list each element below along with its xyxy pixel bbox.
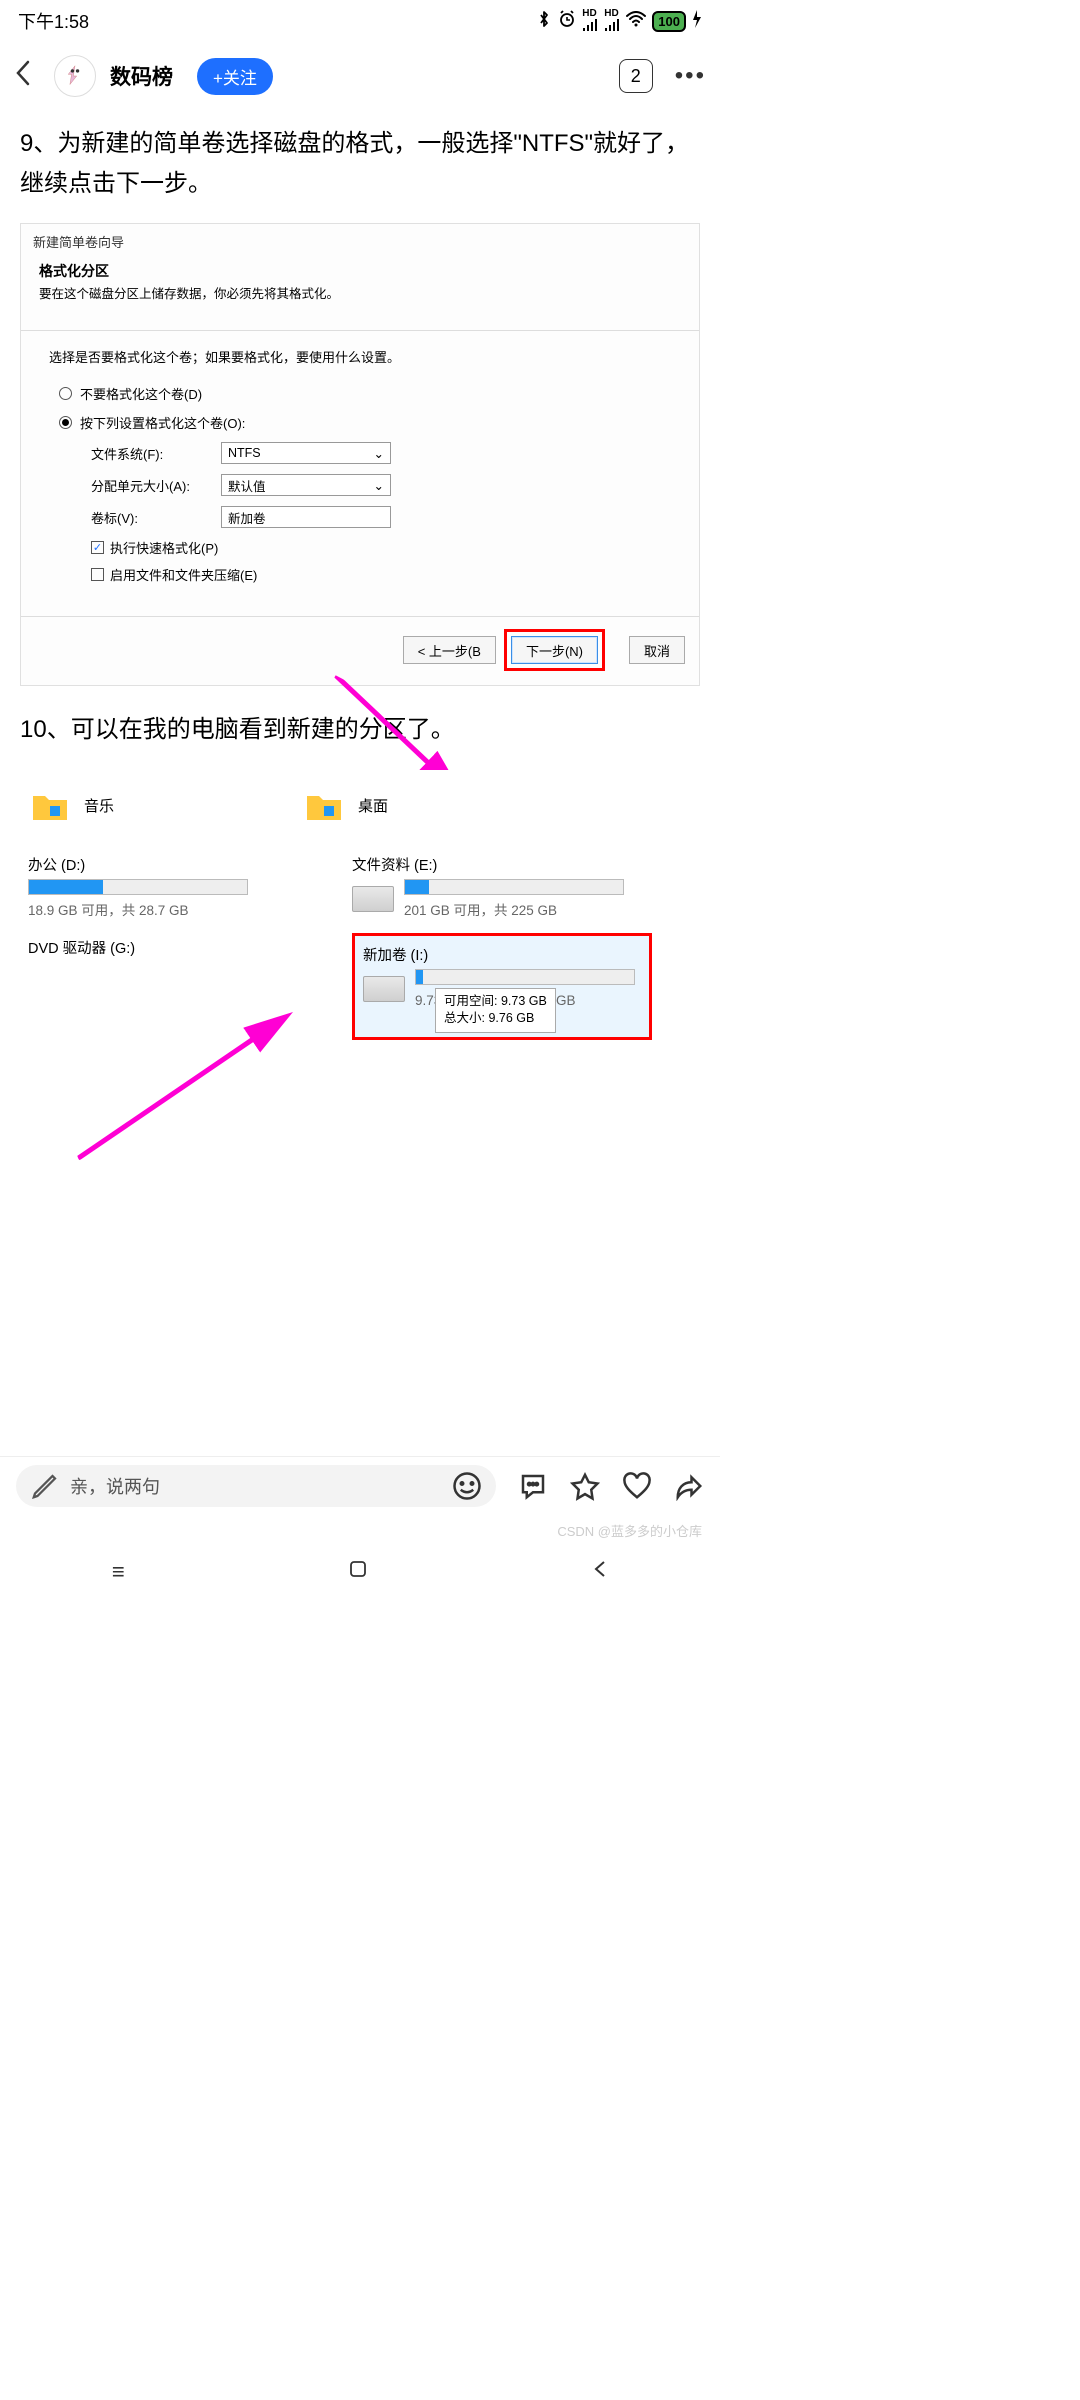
wifi-icon: [626, 11, 646, 32]
next-button-wiz[interactable]: 下一步(N): [511, 636, 598, 664]
radio-do-format[interactable]: 按下列设置格式化这个卷(O):: [59, 413, 671, 432]
follow-button[interactable]: +关注: [197, 58, 273, 95]
step-9-text: 9、为新建的简单卷选择磁盘的格式，一般选择"NTFS"就好了，继续点击下一步。: [20, 124, 700, 203]
drive-e-progress: [404, 879, 624, 895]
status-time: 下午1:58: [18, 8, 89, 34]
emoji-icon[interactable]: [452, 1471, 482, 1501]
comment-input[interactable]: 亲，说两句: [16, 1465, 496, 1507]
chevron-down-icon: ⌄: [374, 446, 384, 461]
back-nav-button[interactable]: [592, 1559, 608, 1585]
filesystem-select[interactable]: NTFS ⌄: [221, 442, 391, 464]
wizard-heading: 格式化分区: [39, 261, 681, 281]
highlight-box: 下一步(N): [504, 629, 605, 671]
drive-d-progress: [28, 879, 248, 895]
quickformat-checkbox[interactable]: ✓ 执行快速格式化(P): [91, 538, 671, 557]
alarm-icon: [558, 10, 576, 33]
recents-button[interactable]: ≡: [112, 1559, 125, 1585]
folder-icon: [304, 786, 344, 826]
heart-icon[interactable]: [622, 1471, 652, 1501]
wizard-subheading: 要在这个磁盘分区上储存数据，你必须先将其格式化。: [39, 283, 681, 302]
volname-input[interactable]: 新加卷: [221, 506, 391, 528]
new-volume-highlight: 新加卷 (I:) 9.73 GB 可用，共 9.76 GB 可用空间: 9.73…: [352, 933, 652, 1040]
back-button[interactable]: [14, 59, 44, 94]
charging-icon: [692, 10, 702, 33]
more-menu-icon[interactable]: •••: [675, 62, 706, 90]
battery-icon: 100: [652, 11, 686, 32]
radio-no-format[interactable]: 不要格式化这个卷(D): [59, 384, 671, 403]
hdd-icon: [363, 976, 405, 1002]
checkbox-checked-icon: ✓: [91, 541, 104, 554]
wizard-window-title: 新建简单卷向导: [21, 224, 699, 253]
back-button-wiz[interactable]: < 上一步(B: [403, 636, 496, 664]
library-music[interactable]: 音乐: [30, 786, 114, 826]
drive-g[interactable]: DVD 驱动器 (G:): [28, 937, 328, 958]
pencil-icon: [30, 1471, 60, 1501]
home-button[interactable]: [348, 1559, 368, 1585]
status-icons: HD HD 100: [536, 8, 702, 34]
compress-checkbox[interactable]: 启用文件和文件夹压缩(E): [91, 565, 671, 584]
filesystem-label: 文件系统(F):: [91, 444, 221, 463]
checkbox-icon: [91, 568, 104, 581]
share-icon[interactable]: [674, 1471, 704, 1501]
star-icon[interactable]: [570, 1471, 600, 1501]
drive-tooltip: 可用空间: 9.73 GB 总大小: 9.76 GB: [435, 988, 556, 1033]
app-header: 数码榜 +关注 2 •••: [0, 42, 720, 110]
author-name[interactable]: 数码榜: [110, 61, 173, 91]
watermark: CSDN @蓝多多的小仓库: [557, 1521, 702, 1540]
comment-bar: 亲，说两句: [0, 1456, 720, 1514]
comments-icon[interactable]: [518, 1471, 548, 1501]
signal-1-icon: HD: [582, 8, 598, 34]
drives-screenshot: 音乐 桌面 办公 (D:) 18.9 GB 可用，共 28.7 GB DVD 驱…: [20, 770, 700, 1100]
system-nav-bar: ≡: [0, 1544, 720, 1600]
folder-icon: [30, 786, 70, 826]
blocksize-select[interactable]: 默认值 ⌄: [221, 474, 391, 496]
radio-selected-icon: [59, 416, 72, 429]
author-avatar[interactable]: [54, 55, 96, 97]
drive-e[interactable]: 文件资料 (E:) 201 GB 可用，共 225 GB: [352, 854, 652, 919]
status-bar: 下午1:58 HD HD 100: [0, 0, 720, 42]
drive-i-progress: [415, 969, 635, 985]
wizard-screenshot: 新建简单卷向导 格式化分区 要在这个磁盘分区上储存数据，你必须先将其格式化。 选…: [20, 223, 700, 686]
page-indicator[interactable]: 2: [619, 59, 653, 93]
library-desktop[interactable]: 桌面: [304, 786, 388, 826]
wizard-instruction: 选择是否要格式化这个卷；如果要格式化，要使用什么设置。: [49, 347, 671, 366]
drive-d[interactable]: 办公 (D:) 18.9 GB 可用，共 28.7 GB: [28, 854, 328, 919]
bluetooth-icon: [536, 10, 552, 33]
signal-2-icon: HD: [604, 8, 620, 34]
blocksize-label: 分配单元大小(A):: [91, 476, 221, 495]
hdd-icon: [352, 886, 394, 912]
volname-label: 卷标(V):: [91, 508, 221, 527]
article-content: 9、为新建的简单卷选择磁盘的格式，一般选择"NTFS"就好了，继续点击下一步。 …: [0, 110, 720, 1114]
chevron-down-icon: ⌄: [374, 478, 384, 493]
cancel-button-wiz[interactable]: 取消: [629, 636, 685, 664]
radio-icon: [59, 387, 72, 400]
